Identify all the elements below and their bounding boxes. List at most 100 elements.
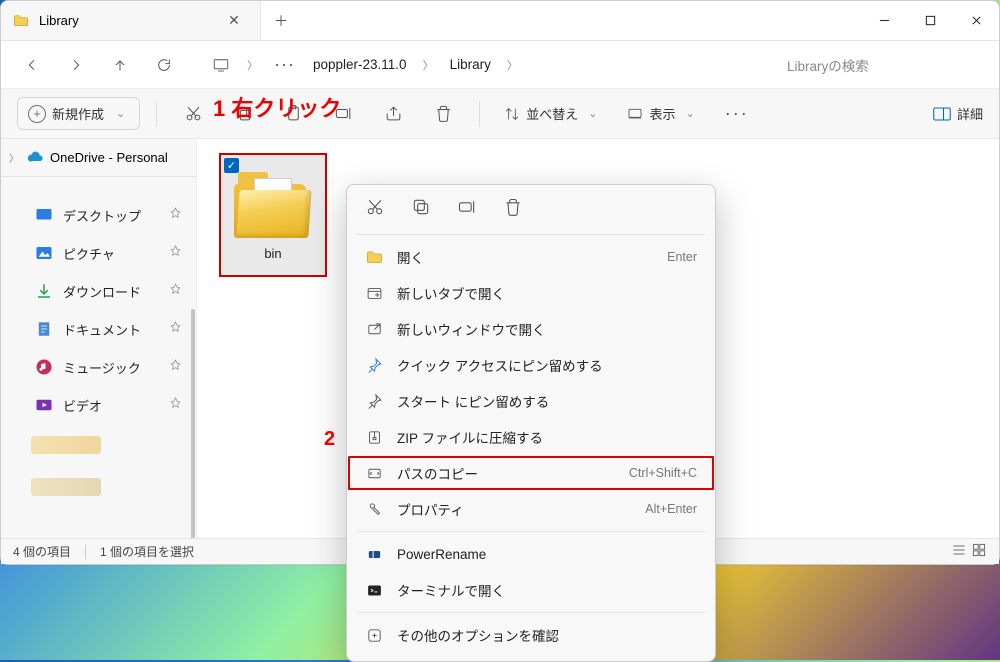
new-window-icon <box>365 320 383 338</box>
chevron-right-icon[interactable]: 〉 <box>9 150 21 165</box>
cloud-icon <box>27 149 44 166</box>
ctx-open-new-window[interactable]: 新しいウィンドウで開く <box>347 311 715 347</box>
pin-icon <box>169 283 182 299</box>
sidebar-item-pictures[interactable]: ピクチャ <box>1 235 196 271</box>
copy-button[interactable] <box>411 197 431 222</box>
more-button[interactable]: ··· <box>717 96 757 132</box>
sidebar-item-redacted[interactable] <box>31 469 186 505</box>
close-button[interactable] <box>953 1 999 40</box>
titlebar: Library ✕ ＋ <box>1 1 999 41</box>
icons-view-button[interactable] <box>971 542 987 561</box>
chevron-down-icon: ⌄ <box>584 107 601 120</box>
context-menu: 開く Enter 新しいタブで開く 新しいウィンドウで開く クイック アクセスに… <box>346 184 716 662</box>
search-input[interactable]: Libraryの検索 <box>777 49 987 81</box>
ctx-open[interactable]: 開く Enter <box>347 239 715 275</box>
breadcrumb-overflow[interactable]: ··· <box>268 54 301 75</box>
folder-name: bin <box>264 246 281 261</box>
ctx-open-new-tab[interactable]: 新しいタブで開く <box>347 275 715 311</box>
video-icon <box>35 396 53 414</box>
tab-library[interactable]: Library ✕ <box>1 1 261 40</box>
share-button[interactable] <box>373 96 413 132</box>
copy-path-icon <box>365 464 383 482</box>
pin-icon <box>365 392 383 410</box>
breadcrumb-seg-1[interactable]: poppler-23.11.0 <box>307 53 413 76</box>
download-icon <box>35 282 53 300</box>
thispc-icon[interactable] <box>205 56 237 74</box>
minimize-button[interactable] <box>861 1 907 40</box>
nav-scrollbar[interactable] <box>191 309 195 539</box>
ctx-properties[interactable]: プロパティ Alt+Enter <box>347 491 715 527</box>
ctx-pin-quick-access[interactable]: クイック アクセスにピン留めする <box>347 347 715 383</box>
powerrename-icon <box>365 545 383 563</box>
chevron-right-icon[interactable]: 〉 <box>503 57 522 73</box>
forward-button[interactable] <box>57 49 95 81</box>
sidebar-item-onedrive[interactable]: 〉 OneDrive - Personal <box>1 139 196 177</box>
ctx-compress-zip[interactable]: ZIP ファイルに圧縮する <box>347 419 715 455</box>
chevron-right-icon[interactable]: 〉 <box>419 57 438 73</box>
pin-icon <box>169 245 182 261</box>
annotation-2: 2 <box>324 428 335 451</box>
cut-button[interactable] <box>365 197 385 222</box>
zip-icon <box>365 428 383 446</box>
detail-label: 詳細 <box>957 104 983 123</box>
sidebar-item-redacted[interactable] <box>31 427 186 463</box>
sort-button[interactable]: 並べ替え ⌄ <box>496 98 609 129</box>
more-options-icon <box>365 626 383 644</box>
delete-button[interactable] <box>503 197 523 222</box>
new-tab-icon <box>365 284 383 302</box>
new-button[interactable]: + 新規作成 ⌄ <box>17 97 140 130</box>
folder-icon <box>232 168 314 238</box>
cut-button[interactable] <box>173 96 213 132</box>
tab-close-button[interactable]: ✕ <box>220 12 248 29</box>
refresh-button[interactable] <box>145 49 183 81</box>
sidebar-item-downloads[interactable]: ダウンロード <box>1 273 196 309</box>
document-icon <box>35 320 53 338</box>
chevron-right-icon[interactable]: 〉 <box>243 57 262 73</box>
ctx-more-options[interactable]: その他のオプションを確認 <box>347 617 715 653</box>
sidebar-item-documents[interactable]: ドキュメント <box>1 311 196 347</box>
sort-label: 並べ替え <box>526 104 578 123</box>
pin-icon <box>169 359 182 375</box>
address-bar: 〉 ··· poppler-23.11.0 〉 Library 〉 Librar… <box>1 41 999 89</box>
up-button[interactable] <box>101 49 139 81</box>
pin-icon <box>365 356 383 374</box>
rename-button[interactable] <box>457 197 477 222</box>
pictures-icon <box>35 244 53 262</box>
pin-icon <box>169 321 182 337</box>
breadcrumb-seg-2[interactable]: Library <box>444 53 497 76</box>
navigation-pane: 〉 OneDrive - Personal デスクトップ ピクチャ ダウンロー <box>1 139 197 564</box>
ctx-open-terminal[interactable]: ターミナルで開く <box>347 572 715 608</box>
folder-icon <box>13 13 29 29</box>
tab-title: Library <box>39 13 210 28</box>
terminal-icon <box>365 581 383 599</box>
chevron-down-icon: ⌄ <box>681 107 698 120</box>
pin-icon <box>169 207 182 223</box>
sidebar-item-desktop[interactable]: デスクトップ <box>1 197 196 233</box>
onedrive-label: OneDrive - Personal <box>50 150 168 165</box>
maximize-button[interactable] <box>907 1 953 40</box>
ctx-pin-start[interactable]: スタート にピン留めする <box>347 383 715 419</box>
window-controls <box>861 1 999 40</box>
pin-icon <box>169 397 182 413</box>
toolbar: + 新規作成 ⌄ 並べ替え ⌄ 表示 ⌄ ··· 詳細 1 右クリック <box>1 89 999 139</box>
ctx-powerrename[interactable]: PowerRename <box>347 536 715 572</box>
chevron-down-icon: ⌄ <box>112 107 129 120</box>
status-selected: 1 個の項目を選択 <box>100 543 194 560</box>
back-button[interactable] <box>13 49 51 81</box>
delete-button[interactable] <box>423 96 463 132</box>
sidebar-item-music[interactable]: ミュージック <box>1 349 196 385</box>
view-button[interactable]: 表示 ⌄ <box>619 98 706 129</box>
details-view-button[interactable] <box>951 542 967 561</box>
status-count: 4 個の項目 <box>13 543 71 560</box>
view-label: 表示 <box>649 104 675 123</box>
plus-icon: + <box>28 105 46 123</box>
music-icon <box>35 358 53 376</box>
folder-icon <box>365 248 383 266</box>
new-tab-button[interactable]: ＋ <box>261 1 301 40</box>
desktop-icon <box>35 206 53 224</box>
details-pane-button[interactable]: 詳細 <box>933 104 983 123</box>
folder-item-bin[interactable]: ✓ bin <box>219 153 327 277</box>
context-menu-quick-actions <box>347 191 715 230</box>
ctx-copy-path[interactable]: パスのコピー Ctrl+Shift+C <box>347 455 715 491</box>
sidebar-item-videos[interactable]: ビデオ <box>1 387 196 423</box>
